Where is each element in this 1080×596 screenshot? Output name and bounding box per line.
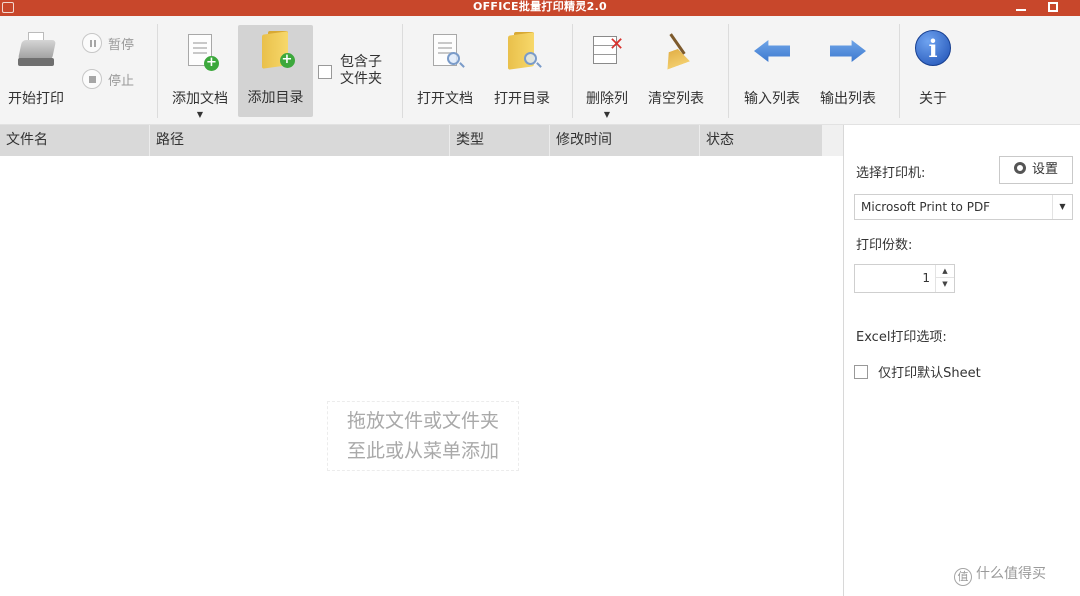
add-directory-label: 添加目录	[247, 90, 304, 106]
open-folder-icon	[500, 30, 544, 74]
about-button[interactable]: i 关于	[906, 26, 960, 118]
chevron-down-icon[interactable]: ▼	[164, 110, 236, 119]
copies-value: 1	[922, 271, 930, 285]
printer-settings-button[interactable]: 设置	[999, 156, 1073, 184]
add-document-icon: +	[178, 30, 222, 74]
column-header-type[interactable]: 类型	[450, 125, 550, 156]
minimize-icon	[1016, 9, 1026, 11]
checkbox-icon[interactable]	[318, 65, 332, 79]
stop-button[interactable]: 停止	[82, 69, 134, 91]
chevron-down-icon[interactable]: ▼	[1052, 195, 1072, 219]
only-default-sheet-checkbox[interactable]: 仅打印默认Sheet	[854, 362, 981, 381]
window-title: OFFICE批量打印精灵2.0	[472, 0, 608, 13]
clear-list-button[interactable]: 清空列表	[640, 26, 712, 118]
include-subfolders-line2: 文件夹	[340, 71, 382, 87]
only-default-sheet-label: 仅打印默认Sheet	[878, 366, 981, 381]
watermark-text: 什么值得买	[976, 566, 1046, 582]
arrow-right-icon	[826, 30, 870, 74]
add-folder-icon: +	[254, 29, 298, 73]
delete-column-button[interactable]: ✕ 删除列 ▼	[578, 26, 636, 119]
watermark: 值什么值得买	[954, 563, 1046, 586]
maximize-icon	[1048, 2, 1058, 12]
toolbar-separator	[728, 24, 729, 118]
pause-label: 暂停	[108, 37, 135, 53]
toolbar-separator	[572, 24, 573, 118]
add-document-label: 添加文档	[172, 91, 228, 107]
printer-select-value: Microsoft Print to PDF	[861, 200, 991, 214]
scrollbar-corner	[822, 125, 843, 156]
open-directory-label: 打开目录	[494, 91, 550, 107]
clear-list-label: 清空列表	[648, 91, 704, 107]
include-subfolders-label: 包含子 文件夹	[340, 54, 382, 88]
toolbar-separator	[402, 24, 403, 118]
about-label: 关于	[919, 91, 947, 107]
pause-icon	[82, 33, 102, 53]
open-directory-button[interactable]: 打开目录	[486, 26, 558, 118]
start-print-label: 开始打印	[8, 91, 64, 107]
minimize-button[interactable]	[1008, 0, 1034, 16]
title-bar: OFFICE批量打印精灵2.0	[0, 0, 1080, 16]
column-header-filename[interactable]: 文件名	[0, 125, 150, 156]
open-document-button[interactable]: 打开文档	[409, 26, 481, 118]
copies-label: 打印份数:	[856, 238, 913, 253]
start-print-button[interactable]: 开始打印	[0, 26, 72, 118]
stop-label: 停止	[108, 73, 135, 89]
copies-stepper-buttons: ▲ ▼	[935, 265, 954, 292]
import-list-button[interactable]: 输入列表	[736, 26, 808, 118]
pause-button[interactable]: 暂停	[82, 33, 134, 55]
drop-hint-line2: 至此或从菜单添加	[346, 440, 499, 462]
print-settings-panel: 选择打印机: 设置 Microsoft Print to PDF ▼ 打印份数:…	[844, 125, 1080, 596]
printer-icon	[14, 30, 58, 74]
toolbar: 开始打印 暂停 停止 + 添加文档 ▼ + 添加目录 包含子 文件夹 打开文档 …	[0, 16, 1080, 125]
file-list-header: 文件名 路径 类型 修改时间 状态	[0, 125, 822, 156]
add-directory-button[interactable]: + 添加目录	[238, 25, 313, 117]
settings-button-label: 设置	[1031, 162, 1058, 177]
delete-column-label: 删除列	[586, 91, 628, 107]
chevron-down-icon[interactable]: ▼	[578, 110, 636, 119]
drop-hint-line1: 拖放文件或文件夹	[346, 410, 499, 432]
select-printer-label: 选择打印机:	[856, 166, 926, 181]
excel-options-label: Excel打印选项:	[856, 330, 947, 345]
open-document-label: 打开文档	[417, 91, 473, 107]
file-list[interactable]: 文件名 路径 类型 修改时间 状态 拖放文件或文件夹 至此或从菜单添加	[0, 125, 843, 596]
copies-stepper[interactable]: 1 ▲ ▼	[854, 264, 955, 293]
stop-icon	[82, 69, 102, 89]
drop-zone-hint: 拖放文件或文件夹 至此或从菜单添加	[327, 401, 519, 471]
printer-select[interactable]: Microsoft Print to PDF ▼	[854, 194, 1073, 220]
export-list-label: 输出列表	[820, 91, 876, 107]
open-document-icon	[423, 30, 467, 74]
arrow-left-icon	[750, 30, 794, 74]
gear-icon	[1013, 162, 1026, 174]
info-icon: i	[911, 30, 955, 74]
chevron-up-icon[interactable]: ▲	[936, 265, 954, 278]
broom-icon	[654, 30, 698, 74]
column-header-path[interactable]: 路径	[150, 125, 450, 156]
maximize-button[interactable]	[1040, 0, 1066, 16]
delete-column-icon: ✕	[585, 30, 629, 74]
checkbox-icon[interactable]	[854, 364, 868, 379]
toolbar-separator	[899, 24, 900, 118]
export-list-button[interactable]: 输出列表	[812, 26, 884, 118]
add-document-button[interactable]: + 添加文档 ▼	[164, 26, 236, 119]
column-header-status[interactable]: 状态	[700, 125, 822, 156]
include-subfolders-line1: 包含子	[340, 54, 382, 70]
watermark-logo-icon: 值	[954, 568, 972, 586]
import-list-label: 输入列表	[744, 91, 800, 107]
chevron-down-icon[interactable]: ▼	[936, 278, 954, 291]
column-header-modified[interactable]: 修改时间	[550, 125, 700, 156]
toolbar-separator	[157, 24, 158, 118]
